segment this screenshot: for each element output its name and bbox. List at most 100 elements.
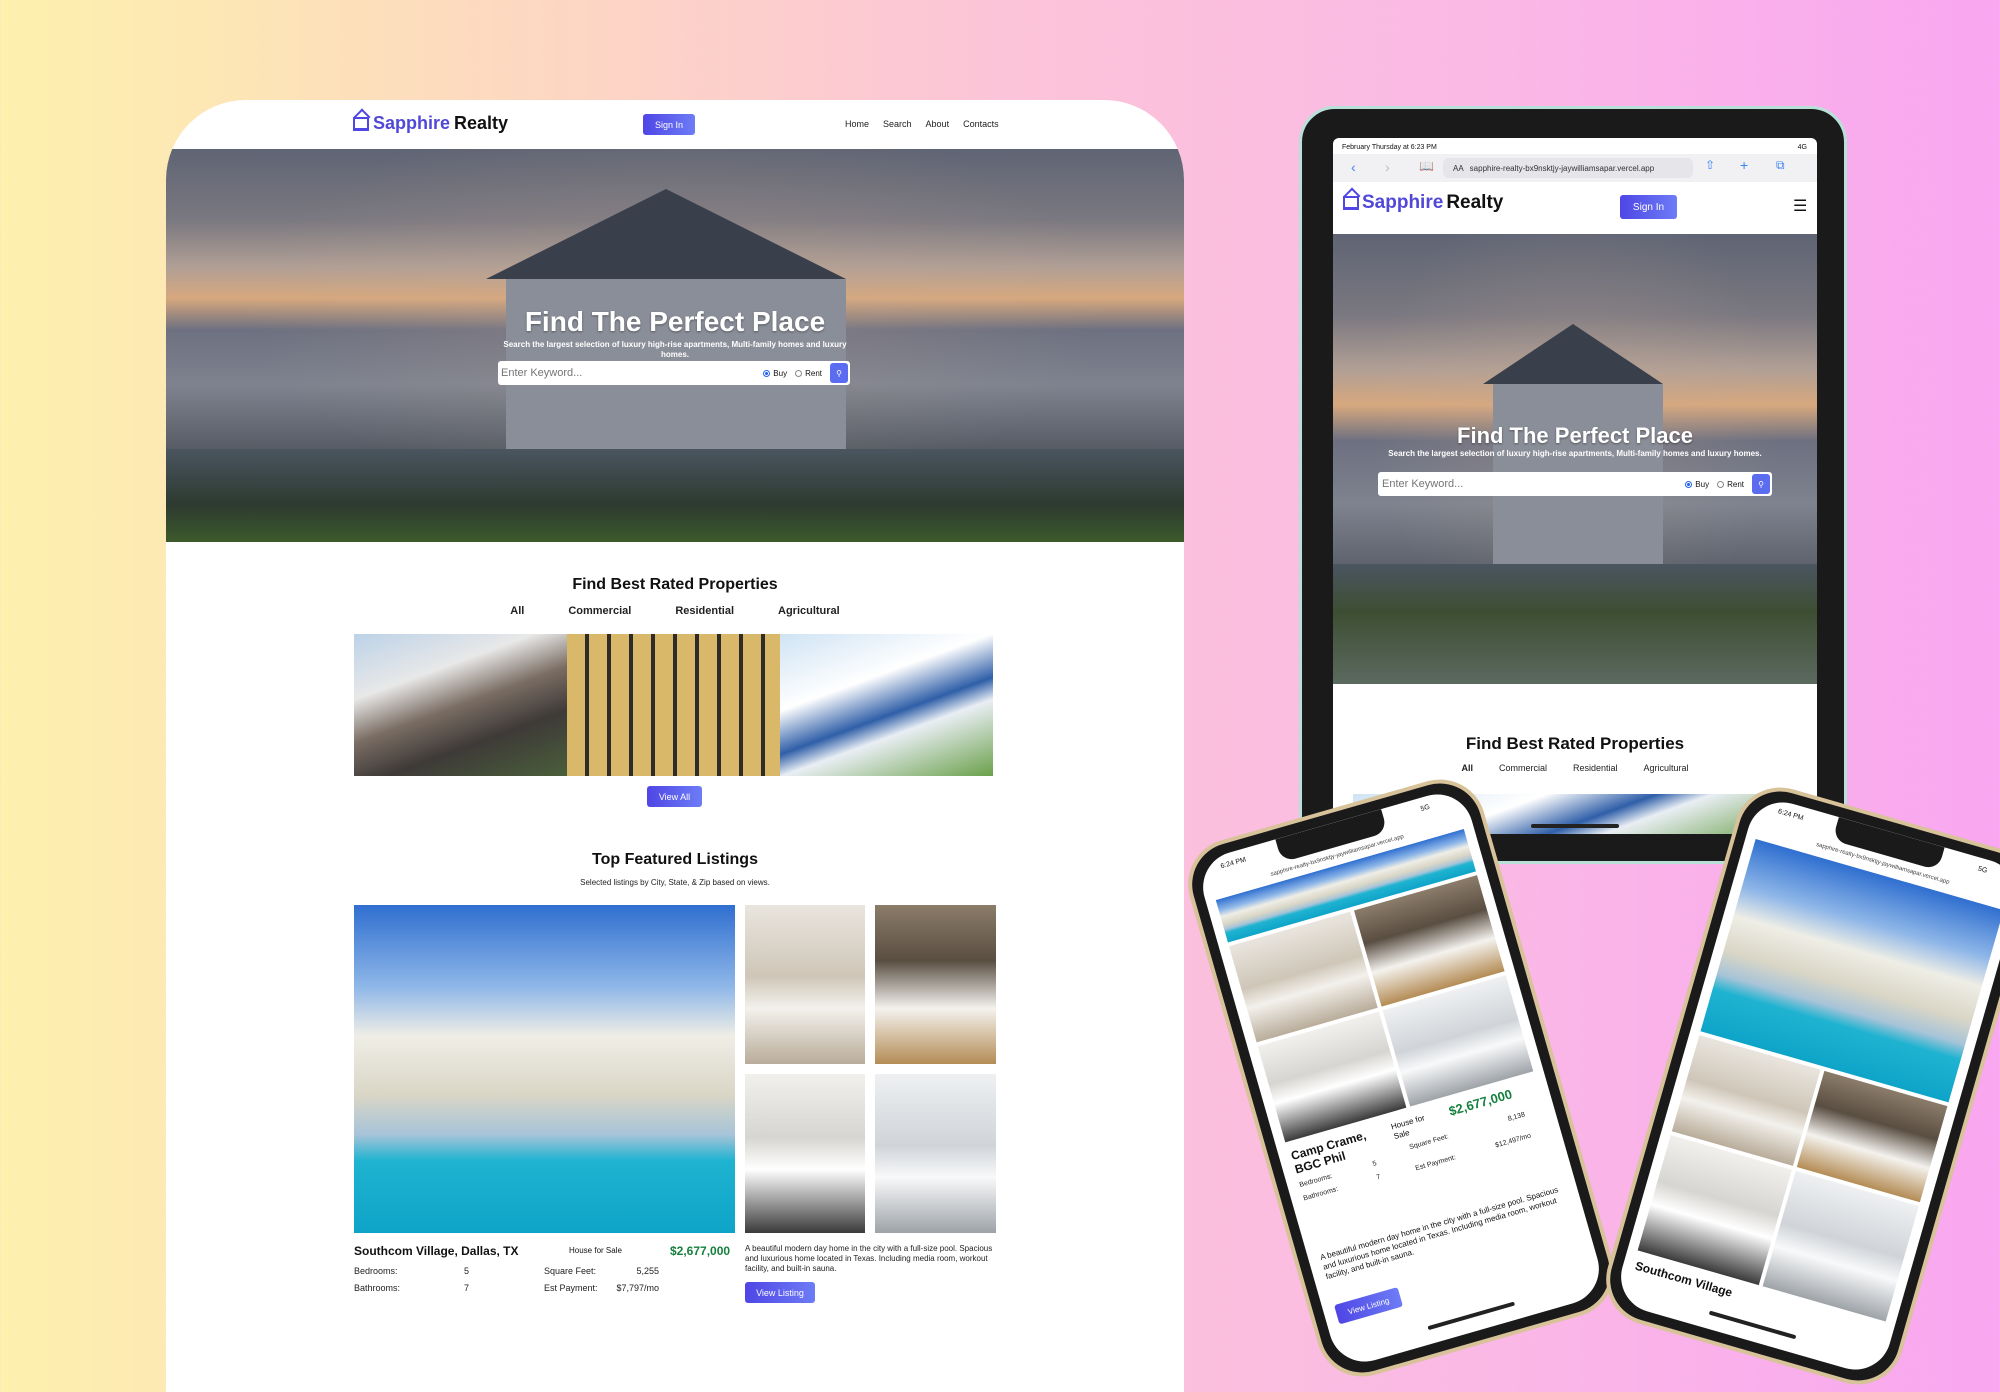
tablet-sign-in-button[interactable]: Sign In — [1620, 195, 1677, 219]
phone-1-bedrooms-label: Bedrooms: — [1298, 1172, 1334, 1189]
tablet-radio-rent[interactable] — [1717, 480, 1725, 488]
brand-name-second: Realty — [454, 113, 509, 133]
tablet-search-input[interactable] — [1378, 478, 1686, 490]
tablet-search-bar: Buy Rent ⚲ — [1378, 472, 1772, 496]
lawn-image — [166, 449, 1184, 542]
phone-2-home-indicator — [1708, 1310, 1797, 1340]
brand-logo[interactable]: Sapphire Realty — [353, 113, 508, 134]
phone-1-description: A beautiful modern day home in the city … — [1319, 1185, 1560, 1282]
phone-1-view-listing-button[interactable]: View Listing — [1334, 1287, 1404, 1325]
stat-payment: Est Payment: $7,797/mo — [544, 1283, 659, 1293]
category-tabs: All Commercial Residential Agricultural — [166, 605, 1184, 617]
share-icon[interactable]: ⇧ — [1705, 158, 1715, 172]
payment-label: Est Payment: — [544, 1283, 598, 1293]
brand-name-first: Sapphire — [373, 113, 451, 133]
tablet-hero-title: Find The Perfect Place — [1457, 423, 1693, 448]
search-button[interactable]: ⚲ — [830, 363, 848, 383]
tablet-screen: February Thursday at 6:23 PM 4G ‹ › 📖 AA… — [1333, 138, 1817, 834]
radio-rent[interactable] — [795, 369, 803, 377]
sign-in-button[interactable]: Sign In — [643, 114, 695, 135]
payment-value: $7,797/mo — [616, 1283, 659, 1293]
bookmarks-icon[interactable]: 📖 — [1419, 159, 1434, 173]
tabs-icon[interactable]: ⧉ — [1776, 158, 1785, 173]
stat-sqft: Square Feet: 5,255 — [544, 1266, 659, 1276]
stat-bathrooms: Bathrooms: 7 — [354, 1283, 469, 1293]
phone-2-device: 6:24 PM 5G sapphire-realty-bx9nsktjy-jay… — [1595, 776, 2000, 1392]
tablet-tab-commercial[interactable]: Commercial — [1499, 763, 1547, 773]
tablet-home-indicator — [1531, 824, 1619, 828]
phone-1-bathrooms-label: Bathrooms: — [1302, 1185, 1339, 1203]
property-image-2[interactable] — [567, 634, 780, 776]
tablet-house-roof-image — [1483, 324, 1663, 384]
tab-agricultural[interactable]: Agricultural — [778, 605, 840, 617]
view-listing-button[interactable]: View Listing — [745, 1282, 815, 1303]
search-icon: ⚲ — [836, 368, 842, 378]
nav-about[interactable]: About — [926, 119, 950, 129]
nav-contacts[interactable]: Contacts — [963, 119, 999, 129]
tablet-toolbar: ‹ › 📖 AA sapphire-realty-bx9nsktjy-jaywi… — [1333, 154, 1817, 182]
tablet-brand-first: Sapphire — [1362, 192, 1444, 213]
phone-1-home-indicator — [1427, 1301, 1516, 1331]
new-tab-icon[interactable]: + — [1740, 157, 1748, 173]
tablet-radio-rent-label: Rent — [1727, 479, 1744, 489]
hero-section: Find The Perfect Place Search the larges… — [166, 149, 1184, 542]
tablet-url: sapphire-realty-bx9nsktjy-jaywilliamsapa… — [1469, 163, 1655, 173]
featured-thumb-kitchen[interactable] — [745, 1074, 865, 1233]
property-image-3[interactable] — [780, 634, 993, 776]
listing-price: $2,677,000 — [670, 1244, 731, 1258]
bathrooms-value: 7 — [463, 1283, 469, 1293]
tablet-section-title: Find Best Rated Properties — [1465, 734, 1685, 753]
tablet-tab-residential[interactable]: Residential — [1573, 763, 1618, 773]
forward-icon[interactable]: › — [1385, 159, 1390, 175]
radio-buy[interactable] — [763, 369, 771, 377]
sqft-value: 5,255 — [636, 1266, 659, 1276]
tablet-hero: Find The Perfect Place Search the larges… — [1333, 234, 1817, 684]
house-roof-image — [486, 189, 846, 279]
property-image-1[interactable] — [354, 634, 567, 776]
phone-1-screen: 6:24 PM 5G sapphire-realty-bx9nsktjy-jay… — [1194, 785, 1608, 1371]
featured-main-image[interactable] — [354, 905, 735, 1233]
tablet-status-time: February Thursday at 6:23 PM — [1342, 144, 1437, 151]
phone-1-bedrooms-value: 5 — [1371, 1160, 1378, 1168]
search-icon: ⚲ — [1758, 479, 1764, 489]
tablet-tab-agricultural[interactable]: Agricultural — [1644, 763, 1689, 773]
text-size-button[interactable]: AA — [1453, 164, 1464, 173]
house-icon — [353, 116, 369, 131]
desktop-browser-view: Sapphire Realty Sign In Home Search Abou… — [166, 100, 1184, 1392]
tablet-search-button[interactable]: ⚲ — [1752, 474, 1770, 494]
tablet-tab-all[interactable]: All — [1461, 763, 1473, 773]
back-icon[interactable]: ‹ — [1351, 159, 1356, 175]
bedrooms-value: 5 — [463, 1266, 469, 1276]
featured-thumb-bedroom-1[interactable] — [745, 905, 865, 1064]
tab-commercial[interactable]: Commercial — [568, 605, 631, 617]
tablet-category-tabs: All Commercial Residential Agricultural — [1333, 763, 1817, 773]
search-input[interactable] — [498, 367, 764, 379]
sqft-label: Square Feet: — [544, 1266, 597, 1276]
hamburger-menu-icon[interactable]: ☰ — [1793, 196, 1807, 216]
radio-rent-label: Rent — [805, 368, 822, 378]
listing-type: House for Sale — [569, 1246, 622, 1255]
tablet-radio-buy[interactable] — [1685, 480, 1693, 488]
tab-all[interactable]: All — [510, 605, 524, 617]
featured-thumb-bathroom[interactable] — [875, 1074, 996, 1233]
phone-2-screen: 6:24 PM 5G sapphire-realty-bx9nsktjy-jay… — [1612, 793, 2000, 1379]
featured-subtitle: Selected listings by City, State, & Zip … — [580, 878, 770, 887]
bathrooms-label: Bathrooms: — [354, 1283, 401, 1293]
tablet-status-signal: 4G — [1797, 144, 1807, 151]
radio-buy-label: Buy — [773, 368, 788, 378]
phone-1-bathrooms-value: 7 — [1375, 1173, 1382, 1182]
hero-search-bar: Buy Rent ⚲ — [498, 361, 850, 385]
featured-thumb-bedroom-2[interactable] — [875, 905, 996, 1064]
phone-1-payment-label: Est Payment: — [1414, 1154, 1457, 1173]
tablet-brand-logo[interactable]: Sapphire Realty — [1343, 192, 1503, 214]
tablet-radio-buy-label: Buy — [1695, 479, 1710, 489]
hero-title: Find The Perfect Place — [524, 306, 826, 337]
view-all-button[interactable]: View All — [647, 786, 702, 807]
nav-home[interactable]: Home — [845, 119, 869, 129]
tablet-url-bar[interactable]: AA sapphire-realty-bx9nsktjy-jaywilliams… — [1443, 158, 1693, 178]
phone-2-network: 5G — [1977, 865, 1988, 875]
main-nav: Home Search About Contacts — [845, 119, 999, 129]
tablet-device: February Thursday at 6:23 PM 4G ‹ › 📖 AA… — [1299, 106, 1847, 864]
nav-search[interactable]: Search — [883, 119, 912, 129]
tab-residential[interactable]: Residential — [675, 605, 734, 617]
